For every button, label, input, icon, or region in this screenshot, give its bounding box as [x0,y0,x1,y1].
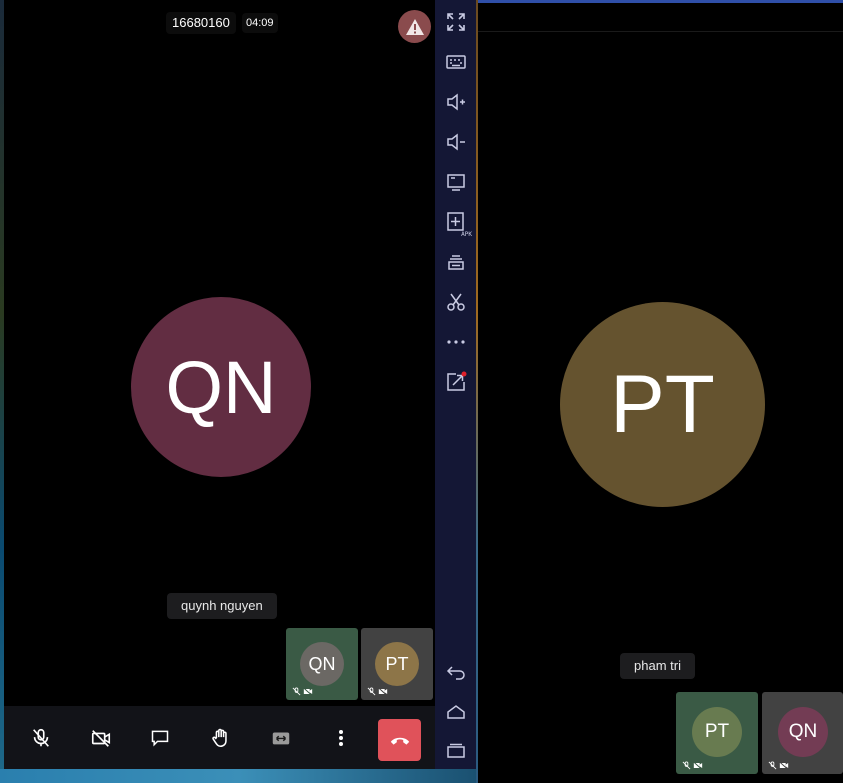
thumbnail-status [292,687,313,696]
more-icon [339,730,343,746]
thumbnail-avatar: QN [300,642,344,686]
thumbnail-initials: PT [385,653,409,674]
chat-button[interactable] [145,723,175,753]
more-options-button[interactable] [326,723,356,753]
mic-off-icon [367,687,376,696]
thumbnail-status [682,761,703,770]
more-horizontal-icon [447,340,465,344]
raise-hand-icon [212,728,227,748]
warning-icon [405,18,424,35]
main-participant-avatar: PT [560,302,765,507]
right-call-window: PT pham tri PT QN [478,0,843,783]
camera-off-icon [779,761,789,770]
participant-thumbnail-qn[interactable]: QN [762,692,843,774]
switch-camera-button[interactable] [266,723,296,753]
home-icon [447,705,465,719]
volume-down-button[interactable] [444,130,468,154]
call-controls-bar [4,706,435,769]
mic-off-icon [292,687,301,696]
end-call-icon [390,737,409,745]
thumbnail-avatar: PT [692,707,742,757]
keyboard-button[interactable] [444,50,468,74]
raise-hand-button[interactable] [206,723,236,753]
share-button[interactable] [444,370,468,394]
apk-label: APK [461,231,472,238]
fullscreen-icon [447,13,465,31]
window-top-border [478,0,843,3]
fullscreen-button[interactable] [444,10,468,34]
emulator-toolbar: APK [435,0,476,769]
left-call-window: 16680160 04:09 QN quynh nguyen QN PT [4,0,435,769]
main-participant-initials: PT [610,358,715,450]
thumbnail-initials: PT [704,721,730,742]
participant-thumbnail-qn[interactable]: QN [286,628,358,700]
screenshot-scissors-icon [447,293,465,311]
thumbnail-status [367,687,388,696]
volume-up-icon [447,93,465,111]
screen-icon [447,174,465,191]
layers-button[interactable] [444,250,468,274]
thumbnail-avatar: PT [375,642,419,686]
thumbnail-status [768,761,789,770]
camera-off-icon [91,730,111,747]
install-apk-button[interactable]: APK [444,210,472,238]
volume-down-icon [447,133,465,151]
participant-name-tag: quynh nguyen [167,593,277,619]
participant-thumbnail-pt[interactable]: PT [361,628,433,700]
screen-button[interactable] [444,170,468,194]
switch-camera-icon [272,732,290,745]
camera-off-icon [693,761,703,770]
participant-thumbnail-pt[interactable]: PT [676,692,758,774]
desktop-background-bottom [0,769,478,783]
back-icon [446,666,465,680]
mute-button[interactable] [26,723,56,753]
thumbnail-initials: QN [308,653,336,674]
status-bar-divider [478,31,843,32]
recents-icon [447,743,465,758]
volume-up-button[interactable] [444,90,468,114]
layers-icon [448,255,464,270]
participant-name-tag: pham tri [620,653,695,679]
home-button[interactable] [444,700,468,724]
end-call-button[interactable] [378,719,421,761]
screenshot-button[interactable] [444,290,468,314]
thumbnail-avatar: QN [778,707,828,757]
camera-off-icon [303,687,313,696]
back-button[interactable] [444,660,468,684]
mic-off-icon [682,761,691,770]
mic-off-icon [33,728,49,747]
share-external-icon [447,371,467,391]
chat-icon [151,730,169,747]
camera-off-icon [378,687,388,696]
call-timer: 04:09 [242,13,278,33]
main-participant-initials: QN [165,345,277,429]
mic-off-icon [768,761,777,770]
thumbnail-initials: QN [788,721,818,742]
main-participant-avatar: QN [131,297,311,477]
camera-button[interactable] [86,723,116,753]
recents-button[interactable] [444,738,468,762]
keyboard-icon [446,55,466,69]
warning-button[interactable] [398,10,431,43]
more-tools-button[interactable] [444,330,468,354]
meeting-id: 16680160 [166,12,236,34]
